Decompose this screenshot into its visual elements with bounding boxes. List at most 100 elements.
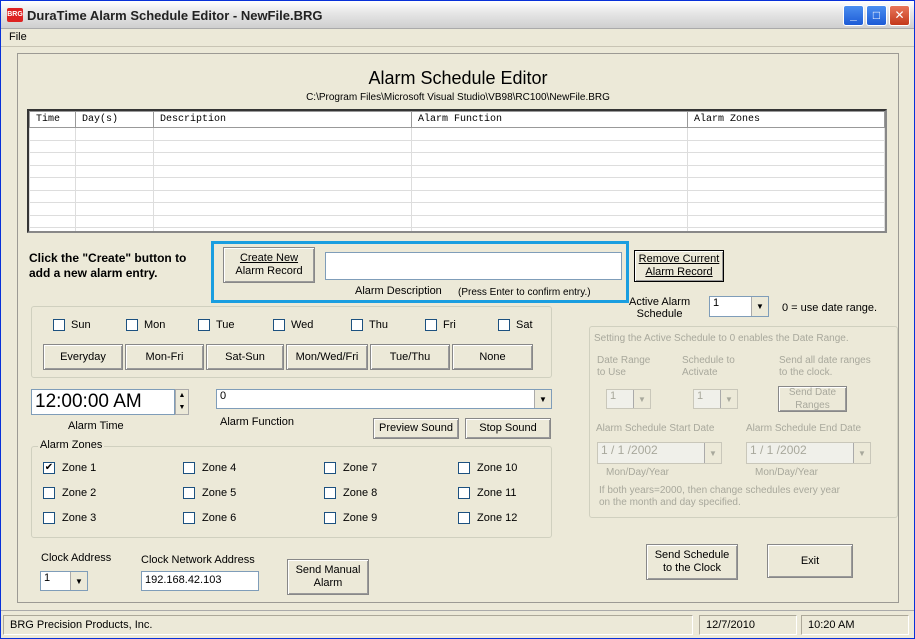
table-cell[interactable]	[153, 227, 412, 231]
end-date-picker[interactable]: 1 / 1 /2002 ▼	[746, 442, 871, 464]
column-header-alarm-zones[interactable]: Alarm Zones	[687, 111, 885, 128]
table-cell[interactable]	[687, 164, 885, 178]
table-cell[interactable]	[75, 127, 154, 141]
create-new-alarm-button[interactable]: Create New Alarm Record	[223, 247, 315, 283]
table-cell[interactable]	[411, 214, 688, 228]
column-header-time[interactable]: Time	[29, 111, 76, 128]
day-preset-button[interactable]: None	[452, 344, 533, 370]
minimize-button[interactable]: _	[843, 5, 864, 26]
table-cell[interactable]	[687, 214, 885, 228]
table-cell[interactable]	[29, 189, 76, 203]
table-cell[interactable]	[29, 214, 76, 228]
day-preset-button[interactable]: Sat-Sun	[206, 344, 284, 370]
alarm-function-select[interactable]: 0 ▼	[216, 389, 552, 409]
table-cell[interactable]	[75, 164, 154, 178]
zone-checkbox[interactable]	[324, 462, 336, 474]
table-cell[interactable]	[411, 189, 688, 203]
table-row[interactable]	[29, 202, 885, 216]
dropdown-icon[interactable]: ▼	[534, 390, 551, 408]
table-cell[interactable]	[75, 177, 154, 191]
table-cell[interactable]	[411, 139, 688, 153]
dropdown-icon[interactable]: ▼	[720, 390, 737, 408]
table-cell[interactable]	[411, 164, 688, 178]
table-cell[interactable]	[75, 202, 154, 216]
zone-checkbox[interactable]	[324, 487, 336, 499]
table-cell[interactable]	[153, 127, 412, 141]
zone-checkbox[interactable]	[43, 512, 55, 524]
table-cell[interactable]	[411, 202, 688, 216]
table-cell[interactable]	[29, 127, 76, 141]
spin-up-icon[interactable]: ▲	[176, 390, 188, 402]
table-cell[interactable]	[153, 189, 412, 203]
table-cell[interactable]	[153, 152, 412, 166]
table-cell[interactable]	[75, 227, 154, 231]
zone-checkbox[interactable]	[183, 487, 195, 499]
day-preset-button[interactable]: Tue/Thu	[370, 344, 450, 370]
menu-file[interactable]: File	[9, 31, 27, 43]
table-cell[interactable]	[687, 127, 885, 141]
table-row[interactable]	[29, 152, 885, 166]
start-date-picker[interactable]: 1 / 1 /2002 ▼	[597, 442, 722, 464]
table-cell[interactable]	[687, 152, 885, 166]
remove-current-alarm-button[interactable]: Remove Current Alarm Record	[634, 250, 724, 282]
table-row[interactable]	[29, 164, 885, 178]
table-cell[interactable]	[411, 177, 688, 191]
zone-checkbox[interactable]	[324, 512, 336, 524]
table-cell[interactable]	[29, 227, 76, 231]
table-cell[interactable]	[29, 139, 76, 153]
table-row[interactable]	[29, 189, 885, 203]
table-row[interactable]	[29, 139, 885, 153]
day-preset-button[interactable]: Everyday	[43, 344, 123, 370]
table-cell[interactable]	[687, 189, 885, 203]
zone-checkbox[interactable]	[458, 462, 470, 474]
table-cell[interactable]	[411, 227, 688, 231]
day-checkbox-sat[interactable]	[498, 319, 510, 331]
zone-checkbox[interactable]: ✔	[43, 462, 55, 474]
zone-checkbox[interactable]	[183, 512, 195, 524]
day-checkbox-fri[interactable]	[425, 319, 437, 331]
table-cell[interactable]	[153, 202, 412, 216]
table-cell[interactable]	[29, 177, 76, 191]
zone-checkbox[interactable]	[458, 512, 470, 524]
day-checkbox-sun[interactable]	[53, 319, 65, 331]
column-header-days[interactable]: Day(s)	[75, 111, 154, 128]
zone-checkbox[interactable]	[183, 462, 195, 474]
column-header-alarm-function[interactable]: Alarm Function	[411, 111, 688, 128]
table-cell[interactable]	[75, 152, 154, 166]
date-range-select[interactable]: 1 ▼	[606, 389, 651, 409]
dropdown-icon[interactable]: ▼	[704, 443, 721, 463]
day-preset-button[interactable]: Mon/Wed/Fri	[286, 344, 368, 370]
clock-network-address-input[interactable]: 192.168.42.103	[141, 571, 259, 591]
close-button[interactable]: ✕	[889, 5, 910, 26]
time-spinner[interactable]: ▲ ▼	[175, 389, 189, 415]
table-cell[interactable]	[75, 139, 154, 153]
send-date-ranges-button[interactable]: Send Date Ranges	[778, 386, 847, 412]
preview-sound-button[interactable]: Preview Sound	[373, 418, 459, 439]
table-row[interactable]	[29, 227, 885, 231]
stop-sound-button[interactable]: Stop Sound	[465, 418, 551, 439]
dropdown-icon[interactable]: ▼	[70, 572, 87, 590]
table-row[interactable]	[29, 177, 885, 191]
table-row[interactable]	[29, 214, 885, 228]
table-cell[interactable]	[153, 214, 412, 228]
table-cell[interactable]	[153, 139, 412, 153]
table-cell[interactable]	[75, 214, 154, 228]
alarm-time-input[interactable]: 12:00:00 AM	[31, 389, 175, 415]
table-cell[interactable]	[29, 164, 76, 178]
table-cell[interactable]	[29, 202, 76, 216]
table-cell[interactable]	[411, 127, 688, 141]
alarm-description-input[interactable]	[325, 252, 622, 280]
dropdown-icon[interactable]: ▼	[853, 443, 870, 463]
day-preset-button[interactable]: Mon-Fri	[125, 344, 204, 370]
day-checkbox-thu[interactable]	[351, 319, 363, 331]
table-cell[interactable]	[153, 164, 412, 178]
table-cell[interactable]	[687, 202, 885, 216]
day-checkbox-tue[interactable]	[198, 319, 210, 331]
table-cell[interactable]	[411, 152, 688, 166]
zone-checkbox[interactable]	[458, 487, 470, 499]
day-checkbox-mon[interactable]	[126, 319, 138, 331]
exit-button[interactable]: Exit	[767, 544, 853, 578]
day-checkbox-wed[interactable]	[273, 319, 285, 331]
clock-address-select[interactable]: 1 ▼	[40, 571, 88, 591]
table-cell[interactable]	[687, 227, 885, 231]
